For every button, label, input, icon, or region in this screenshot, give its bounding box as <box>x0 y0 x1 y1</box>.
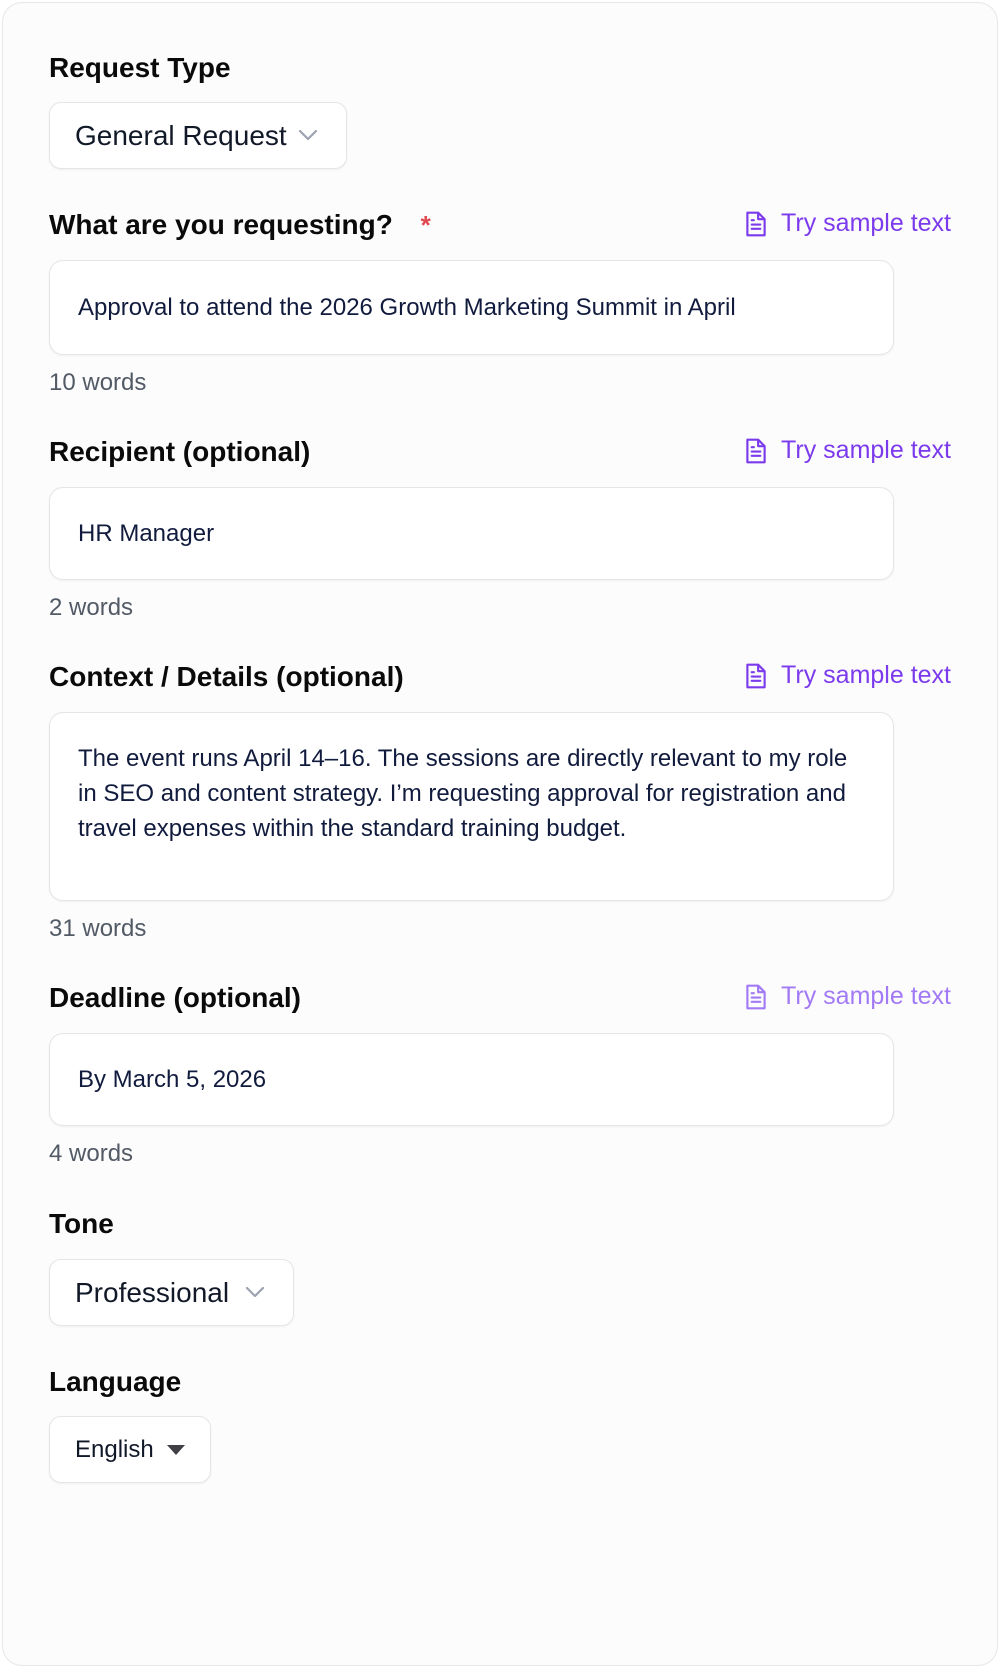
request-form-card: Request Type General Request What are yo… <box>2 2 998 1666</box>
language-value: English <box>75 1435 154 1463</box>
deadline-input[interactable]: By March 5, 2026 <box>49 1033 894 1126</box>
tone-label: Tone <box>49 1208 114 1239</box>
what-word-count: 10 words <box>49 369 147 396</box>
document-icon <box>746 211 766 236</box>
deadline-input-value: By March 5, 2026 <box>78 1065 267 1093</box>
try-sample-text-context[interactable]: Try sample text <box>743 661 951 690</box>
deadline-word-count: 4 words <box>49 1140 134 1167</box>
recipient-label: Recipient (optional) <box>49 436 311 467</box>
caret-down-icon <box>167 1445 185 1455</box>
request-type-label: Request Type <box>49 52 231 83</box>
context-word-count: 31 words <box>49 915 147 942</box>
what-label-text: What are you requesting? <box>49 209 393 240</box>
try-sample-text-deadline[interactable]: Try sample text <box>743 982 951 1011</box>
context-textarea[interactable]: The event runs April 14–16. The sessions… <box>49 712 894 901</box>
recipient-word-count: 2 words <box>49 594 134 621</box>
required-asterisk: * <box>420 210 431 240</box>
tone-value: Professional <box>75 1276 230 1308</box>
document-icon <box>746 438 766 463</box>
what-input-value: Approval to attend the 2026 Growth Marke… <box>78 293 736 321</box>
recipient-input[interactable]: HR Manager <box>49 487 894 580</box>
document-icon <box>746 663 766 688</box>
what-label: What are you requesting? * <box>49 208 431 242</box>
try-sample-text-label: Try sample text <box>781 982 951 1010</box>
document-icon <box>746 984 766 1009</box>
try-sample-text-label: Try sample text <box>781 436 951 464</box>
language-select[interactable]: English <box>49 1416 211 1483</box>
try-sample-text-label: Try sample text <box>781 661 951 689</box>
chevron-down-icon <box>298 129 318 141</box>
language-label: Language <box>49 1366 182 1397</box>
deadline-label: Deadline (optional) <box>49 982 301 1013</box>
context-textarea-value: The event runs April 14–16. The sessions… <box>78 745 848 842</box>
chevron-down-icon <box>245 1286 265 1298</box>
recipient-input-value: HR Manager <box>78 519 215 547</box>
try-sample-text-label: Try sample text <box>781 209 951 237</box>
request-type-value: General Request <box>75 119 287 151</box>
try-sample-text-recipient[interactable]: Try sample text <box>743 436 951 465</box>
what-input[interactable]: Approval to attend the 2026 Growth Marke… <box>49 260 894 355</box>
request-type-select[interactable]: General Request <box>49 102 347 169</box>
context-label: Context / Details (optional) <box>49 661 404 692</box>
tone-select[interactable]: Professional <box>49 1259 294 1326</box>
try-sample-text-what[interactable]: Try sample text <box>743 209 951 238</box>
